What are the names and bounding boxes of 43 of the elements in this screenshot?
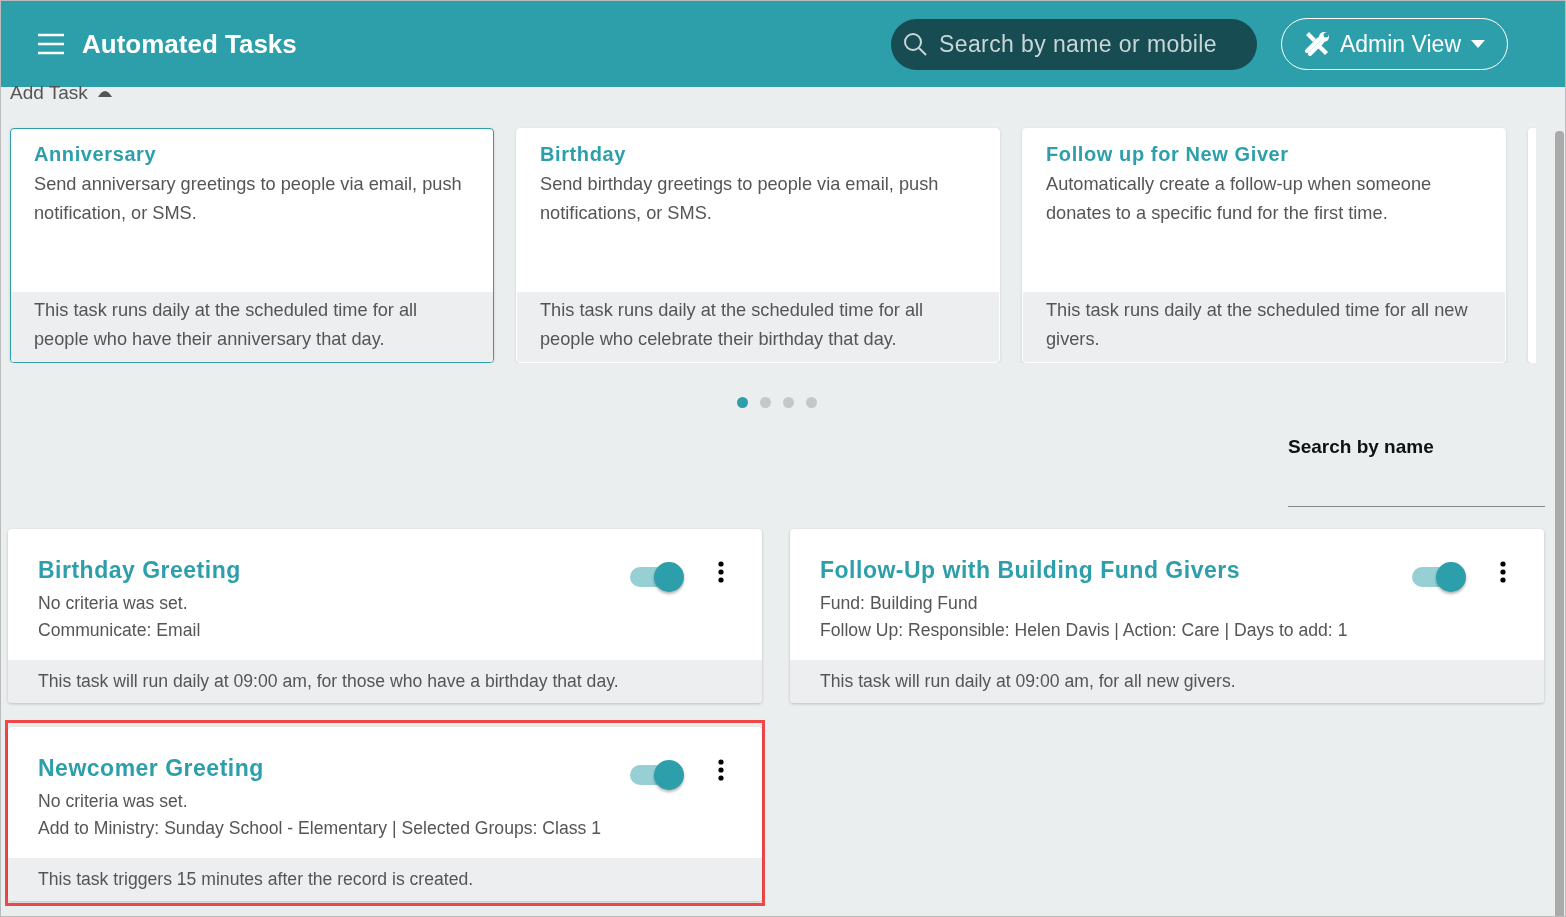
template-title: Anniversary [34, 143, 158, 166]
template-schedule-note: This task runs daily at the scheduled time for all new givers. [1046, 299, 1469, 351]
carousel-dot[interactable] [783, 397, 794, 408]
task-template-card[interactable]: Birthday Send birthday greetings to people via email, push notifications, or SMS. This task runs daily at the scheduled time for all people who celebrate their birthday that day. [516, 128, 1000, 363]
enable-toggle[interactable] [1412, 562, 1466, 592]
template-description: Send anniversary greetings to people via email, push notification, or SMS. [34, 173, 463, 225]
search-icon [902, 32, 927, 56]
task-title: Follow-Up with Building Fund Givers [820, 557, 1240, 584]
carousel-dot[interactable] [760, 397, 771, 408]
template-title: Birthday [540, 143, 627, 166]
task-schedule-note: This task will run daily at 09:00 am, for all new givers. [820, 670, 1237, 693]
task-template-card[interactable]: Follow up for New Giver Automatically create a follow-up when someone donates to a specific fund for the first time. This task runs daily at the scheduled time for all new givers. [1022, 128, 1506, 363]
task-title: Birthday Greeting [38, 557, 241, 584]
task-schedule-note: This task will run daily at 09:00 am, for those who have a birthday that day. [38, 670, 620, 693]
carousel-dot[interactable] [737, 397, 748, 408]
task-detail: No criteria was set. [38, 790, 189, 813]
menu-icon[interactable] [37, 33, 65, 55]
tools-icon [1303, 31, 1330, 57]
more-options-icon[interactable] [1500, 561, 1506, 583]
task-detail: Add to Ministry: Sunday School - Elementary | Selected Groups: Class 1 [38, 817, 602, 840]
carousel-dot[interactable] [806, 397, 817, 408]
task-schedule-note: This task triggers 15 minutes after the record is created. [38, 868, 475, 891]
name-search-field[interactable]: Search by name [1288, 428, 1545, 507]
template-schedule-note: This task runs daily at the scheduled time for all people who celebrate their birthday that day. [540, 299, 925, 351]
template-title: Follow up for New Giver [1046, 143, 1290, 166]
task-detail: No criteria was set. [38, 592, 189, 615]
task-template-card[interactable]: Anniversary Send anniversary greetings to people via email, push notification, or SMS. This task runs daily at the scheduled time for all people who have their anniversary that day. [10, 128, 494, 363]
caret-icon [1471, 40, 1485, 48]
task-detail: Communicate: Email [38, 619, 202, 642]
page-title: Automated Tasks [82, 28, 298, 60]
task-detail: Fund: Building Fund [820, 592, 979, 615]
enable-toggle[interactable] [630, 760, 684, 790]
search-field[interactable]: Search by name or mobile [890, 18, 1257, 70]
add-task-toggle[interactable]: Add Task [10, 82, 1565, 104]
scrollbar[interactable] [1555, 131, 1564, 916]
template-description: Send birthday greetings to people via email, push notifications, or SMS. [540, 173, 940, 225]
template-schedule-note: This task runs daily at the scheduled time for all people who have their anniversary that day. [34, 299, 419, 351]
enable-toggle[interactable] [630, 562, 684, 592]
task-detail: Follow Up: Responsible: Helen Davis | Action: Care | Days to add: 1 [820, 619, 1349, 642]
more-options-icon[interactable] [718, 759, 724, 781]
more-options-icon[interactable] [718, 561, 724, 583]
template-description: Automatically create a follow-up when someone donates to a specific fund for the first time. [1046, 173, 1433, 225]
task-title: Newcomer Greeting [38, 755, 264, 782]
